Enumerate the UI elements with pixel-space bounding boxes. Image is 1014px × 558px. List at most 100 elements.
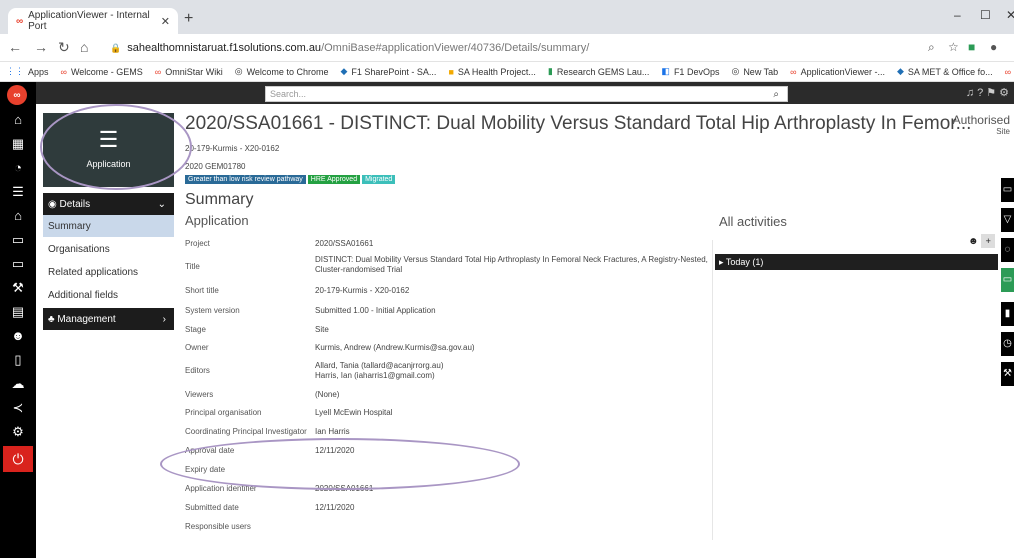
field-value: Allard, Tania (tallard@acanjrrorg.au) Ha… <box>315 361 444 380</box>
menu-management[interactable]: ♣ Management › <box>43 308 174 330</box>
bookmark-item[interactable]: ◎ New Tab <box>731 66 778 77</box>
search-placeholder: Search... <box>270 89 307 99</box>
sharepoint-icon: ◆ <box>896 66 904 76</box>
omnistar-logo-icon[interactable]: ∞ <box>7 85 27 105</box>
bookmark-item[interactable]: ◧ F1 DevOps <box>661 66 719 77</box>
star-icon[interactable]: ☆ <box>948 40 959 54</box>
divider <box>712 240 713 540</box>
bell-icon[interactable]: ♫ <box>966 87 977 99</box>
share-icon[interactable]: ≺ <box>0 400 36 416</box>
search-input[interactable]: Search... ⌕ <box>265 86 788 102</box>
flag-icon[interactable]: ⚑ <box>986 87 999 99</box>
menu-item-summary[interactable]: Summary <box>43 215 174 237</box>
globe-icon: ◎ <box>234 66 243 76</box>
field-label: Short title <box>185 286 219 295</box>
forward-icon[interactable]: → <box>34 39 48 55</box>
globe-icon: ◎ <box>731 66 740 76</box>
project-icon: ■ <box>448 66 454 77</box>
zoom-icon[interactable]: ⌕ <box>928 40 935 55</box>
power-icon[interactable]: ⏻ <box>3 446 33 472</box>
bookmark-item[interactable]: ◎ Welcome to Chrome <box>235 66 329 77</box>
tab-title: ApplicationViewer - Internal Port <box>28 10 150 32</box>
gavel-icon[interactable]: ⚒ <box>0 280 36 296</box>
lock-icon: 🔒 <box>110 42 122 53</box>
back-icon[interactable]: ← <box>8 39 22 55</box>
bookmark-apps[interactable]: ⋮⋮ Apps <box>6 66 49 77</box>
search-icon[interactable]: ⌕ <box>773 88 779 102</box>
field-label: Editors <box>185 366 210 375</box>
profile-icon[interactable]: ● <box>990 40 997 54</box>
right-tool-wrench-icon[interactable]: ⚒ <box>1001 362 1014 386</box>
list-icon[interactable]: ☰ <box>0 184 36 200</box>
maximize-icon[interactable]: ☐ <box>980 8 991 22</box>
application-section-heading: Application <box>185 213 249 228</box>
new-tab-icon[interactable]: + <box>184 10 193 28</box>
dashboard-icon[interactable]: ◔ <box>0 160 36 175</box>
home-icon[interactable]: ⌂ <box>80 39 88 55</box>
minimize-icon[interactable]: – <box>954 8 961 22</box>
bookmark-item[interactable]: ▮ Research GEMS Lau... <box>548 66 650 77</box>
home-icon[interactable]: ⌂ <box>0 112 36 127</box>
gear-icon[interactable]: ⚙ <box>999 87 1012 99</box>
reference-number: 2020 GEM01780 <box>185 162 246 171</box>
menu-item-additional-fields[interactable]: Additional fields <box>43 284 174 306</box>
extension-icon[interactable]: ■ <box>968 40 975 54</box>
status-label: Authorised <box>952 113 1010 127</box>
activity-actions: ☻ + <box>968 234 996 248</box>
bookmark-item[interactable]: ◆ SA MET & Office fo... <box>897 66 993 77</box>
help-icon[interactable]: ? <box>977 87 986 99</box>
hre-approved-badge: HRE Approved <box>307 175 361 184</box>
id-card-icon[interactable]: ▤ <box>0 304 36 320</box>
bookmark-item[interactable]: ∞parent <box>1005 67 1014 77</box>
monitor-icon[interactable]: ▭ <box>0 256 36 272</box>
left-icon-rail: ∞ ⌂ ▦ ◔ ☰ ⌂ ▭ ▭ ⚒ ▤ ☻ ▯ ☁ ≺ ⚙ ⏻ <box>0 82 36 558</box>
right-tool-comment-icon[interactable]: ◌ <box>1001 238 1014 262</box>
calendar-icon[interactable]: ▭ <box>0 232 36 248</box>
highlight-ellipse <box>40 104 192 190</box>
right-tool-clock-icon[interactable]: ◷ <box>1001 332 1014 356</box>
bookmark-item[interactable]: ■ SA Health Project... <box>448 67 535 77</box>
reload-icon[interactable]: ↻ <box>58 39 70 56</box>
field-value: Submitted 1.00 - Initial Application <box>315 306 436 315</box>
right-tool-note-icon[interactable]: ▭ <box>1001 268 1014 292</box>
right-tool-filter-icon[interactable]: ▽ <box>1001 208 1014 232</box>
url-path: /OmniBase#applicationViewer/40736/Detail… <box>321 42 590 54</box>
field-label: Owner <box>185 343 209 352</box>
users-icon[interactable]: ☻ <box>0 328 36 343</box>
menu-item-related-applications[interactable]: Related applications <box>43 261 174 283</box>
field-label: Responsible users <box>185 522 251 531</box>
right-tool-document-icon[interactable]: ▭ <box>1001 178 1014 202</box>
field-label: Stage <box>185 325 206 334</box>
field-label: Title <box>185 262 200 271</box>
field-value: Kurmis, Andrew (Andrew.Kurmis@sa.gov.au) <box>315 343 475 352</box>
today-group[interactable]: ▸ Today (1) <box>715 254 998 270</box>
badge-group: Greater than low risk review pathway HRE… <box>185 175 396 184</box>
browser-tab[interactable]: ∞ ApplicationViewer - Internal Port ✕ <box>8 8 178 34</box>
field-value: Ian Harris <box>315 427 350 436</box>
field-label: Viewers <box>185 390 214 399</box>
address-bar: ← → ↻ ⌂ 🔒 sahealthomnistaruat.f1solution… <box>0 34 1014 62</box>
pathway-badge: Greater than low risk review pathway <box>185 175 306 184</box>
cloud-icon[interactable]: ☁ <box>0 376 36 392</box>
url-field[interactable]: 🔒 sahealthomnistaruat.f1solutions.com.au… <box>96 38 946 58</box>
document-icon[interactable]: ▯ <box>0 352 36 368</box>
settings-icon[interactable]: ⚙ <box>0 424 36 440</box>
omnistar-icon: ∞ <box>1004 66 1012 77</box>
app-top-bar: Search... ⌕ ♫?⚑⚙ <box>36 82 1014 104</box>
devops-icon: ◧ <box>661 66 670 76</box>
status-block: Authorised Site <box>953 113 1010 136</box>
bookmark-item[interactable]: ◆ F1 SharePoint - SA... <box>340 66 436 77</box>
building-icon[interactable]: ▦ <box>0 136 36 152</box>
bookmark-item[interactable]: ∞ Welcome - GEMS <box>61 67 143 77</box>
menu-item-organisations[interactable]: Organisations <box>43 238 174 260</box>
close-tab-icon[interactable]: ✕ <box>161 15 170 28</box>
bookmark-item[interactable]: ∞ OmniStar Wiki <box>155 67 223 77</box>
menu-details[interactable]: ◉ Details ⌄ <box>43 193 174 215</box>
close-window-icon[interactable]: ✕ <box>1006 8 1014 22</box>
users-icon[interactable]: ☻ <box>968 236 979 247</box>
add-user-icon[interactable]: + <box>981 234 996 248</box>
bookmark-item[interactable]: ∞ ApplicationViewer -... <box>790 67 885 77</box>
field-value: Lyell McEwin Hospital <box>315 408 393 417</box>
institution-icon[interactable]: ⌂ <box>0 208 36 223</box>
right-tool-chart-icon[interactable]: ▮ <box>1001 302 1014 326</box>
